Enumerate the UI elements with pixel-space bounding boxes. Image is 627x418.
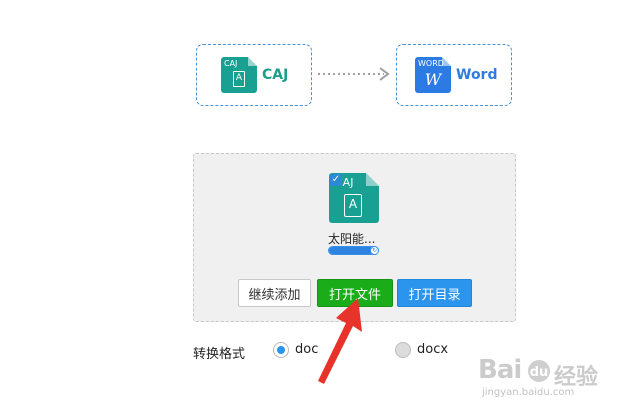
dotted-right-arrow-icon (318, 67, 390, 81)
open-folder-button[interactable]: 打开目录 (397, 279, 472, 307)
source-format-label: CAJ (262, 67, 289, 83)
caj-file-icon: CAJ A (221, 57, 257, 93)
document-glyph: A (344, 194, 362, 217)
caj-badge: CAJ (224, 59, 238, 68)
word-file-icon: WORD W (415, 57, 451, 93)
checkmark-icon[interactable]: ✓ (330, 174, 342, 186)
target-format-box: WORD W Word (396, 44, 512, 106)
paw-icon: du (528, 360, 550, 382)
progress-fill (329, 247, 371, 254)
annotation-arrow-icon (318, 298, 362, 384)
continue-add-button[interactable]: 继续添加 (238, 279, 311, 307)
document-glyph: A (233, 71, 245, 87)
source-format-box: CAJ A CAJ (196, 44, 312, 106)
radio-doc[interactable] (273, 342, 289, 358)
baidu-watermark: Bai du 经验 jingyan.baidu.com (478, 355, 618, 403)
watermark-logo: Bai (478, 355, 522, 385)
file-name: 太阳能... (328, 232, 376, 246)
word-glyph: W (424, 70, 442, 89)
format-label: 转换格式 (193, 347, 246, 362)
radio-docx-label[interactable]: docx (417, 342, 448, 357)
spinner-icon: ↻ (370, 246, 379, 255)
target-format-label: Word (456, 67, 498, 83)
word-badge: WORD (418, 59, 444, 68)
watermark-url: jingyan.baidu.com (482, 387, 575, 398)
svg-text:du: du (530, 365, 549, 380)
radio-docx[interactable] (395, 342, 411, 358)
converter-page: CAJ A CAJ WORD W Word CAJ A ✓ 太阳能... ↻ 继… (0, 0, 627, 418)
